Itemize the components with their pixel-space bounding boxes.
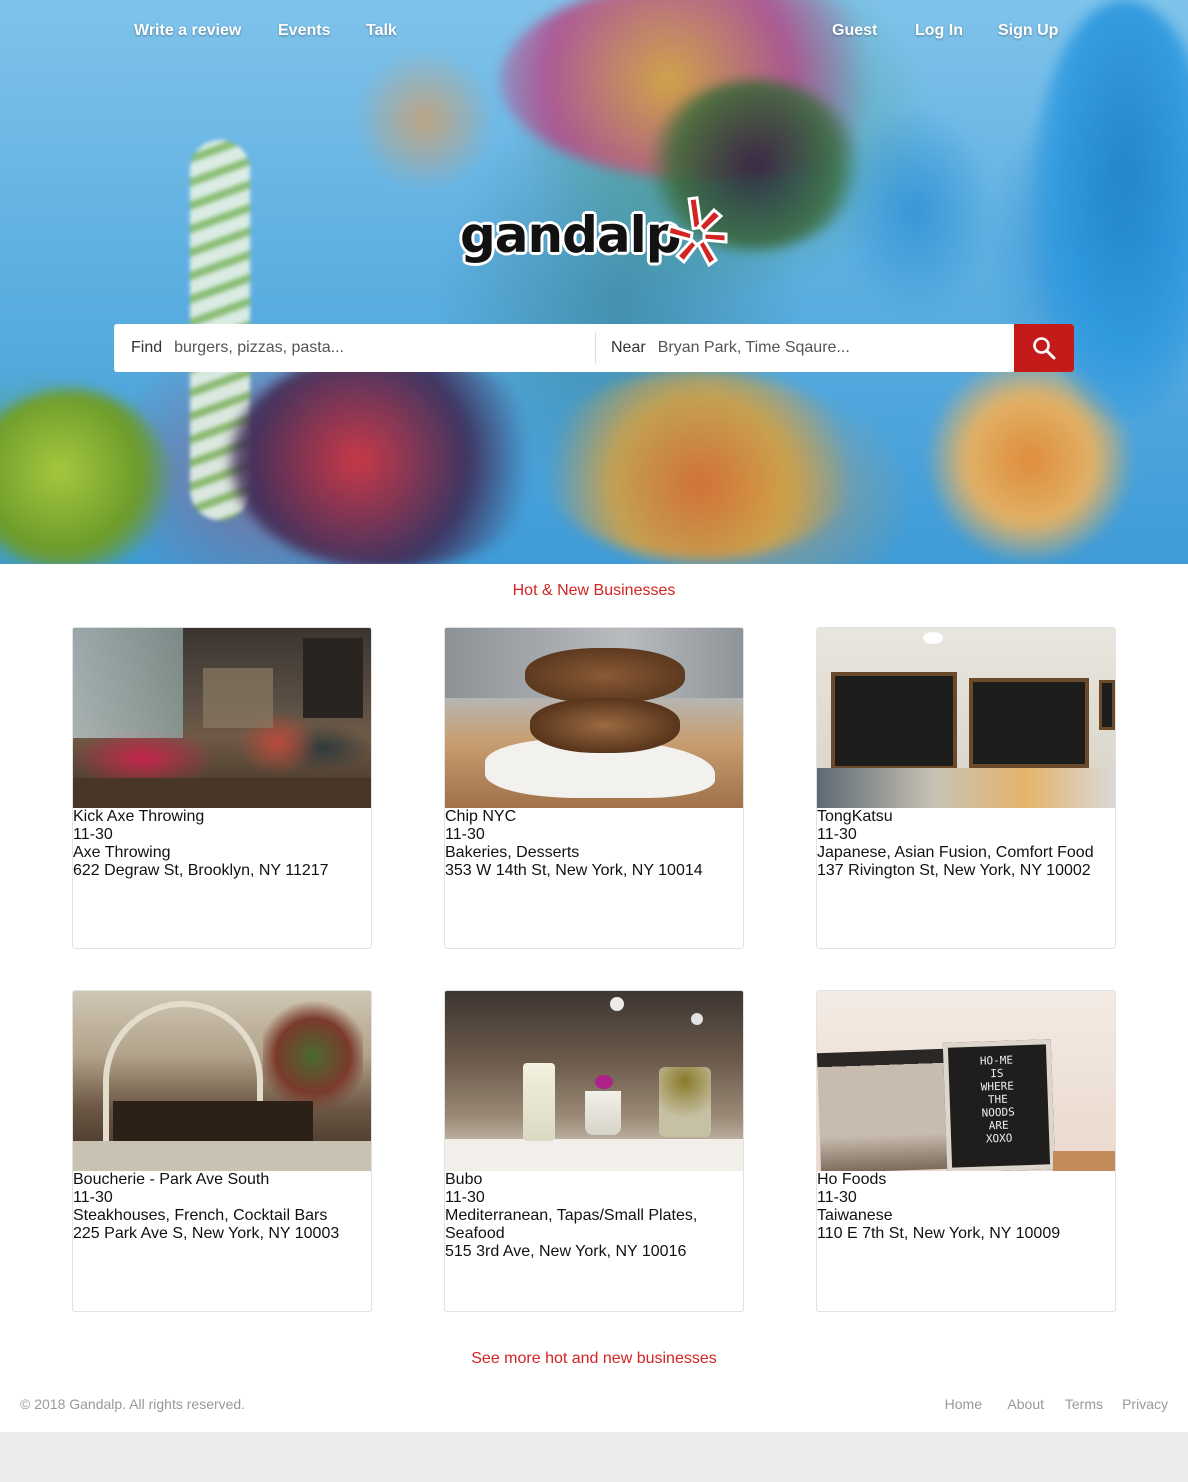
cookie-photo xyxy=(445,628,743,808)
login-link[interactable]: Log In xyxy=(915,22,963,40)
business-categories: Axe Throwing xyxy=(73,844,171,861)
page-bottom-band xyxy=(0,1432,1188,1482)
business-hours: 11-30 xyxy=(445,1189,485,1206)
letter-board-photo: HO-ME IS WHERE THE NOODS ARE XOXO xyxy=(817,991,1115,1171)
find-segment: Find xyxy=(131,324,591,372)
hero-banner: Write a review Events Talk Guest Log In … xyxy=(0,0,1188,564)
restaurant-interior-photo xyxy=(73,991,371,1171)
business-card[interactable]: Boucherie - Park Ave South 11-30 Steakho… xyxy=(72,990,372,1312)
business-address: 515 3rd Ave, New York, NY 10016 xyxy=(445,1243,687,1260)
guest-link[interactable]: Guest xyxy=(832,22,877,40)
business-info: Boucherie - Park Ave South 11-30 Steakho… xyxy=(73,1171,371,1243)
burst-icon xyxy=(666,196,728,268)
menu-board-photo xyxy=(817,628,1115,808)
main-content: Hot & New Businesses Kick Axe Throwing 1… xyxy=(0,564,1188,1432)
business-categories: Mediterranean, Tapas/Small Plates, xyxy=(445,1207,698,1224)
events-link[interactable]: Events xyxy=(278,22,330,40)
business-info: Chip NYC 11-30 Bakeries, Desserts 353 W … xyxy=(445,808,743,880)
hero-decoration xyxy=(0,390,170,564)
business-hours: 11-30 xyxy=(73,826,113,843)
business-card[interactable]: TongKatsu 11-30 Japanese, Asian Fusion, … xyxy=(816,627,1116,949)
business-hours: 11-30 xyxy=(445,826,485,843)
business-name[interactable]: TongKatsu xyxy=(817,808,1115,826)
top-navigation: Write a review Events Talk Guest Log In … xyxy=(0,22,1188,44)
see-more-link[interactable]: See more hot and new businesses xyxy=(0,1350,1188,1368)
business-name[interactable]: Bubo xyxy=(445,1171,743,1189)
business-card[interactable]: Bubo 11-30 Mediterranean, Tapas/Small Pl… xyxy=(444,990,744,1312)
logo-wordmark: gandalp xyxy=(460,206,682,264)
section-title: Hot & New Businesses xyxy=(512,582,676,599)
business-card[interactable]: Chip NYC 11-30 Bakeries, Desserts 353 W … xyxy=(444,627,744,949)
business-address: 110 E 7th St, New York, NY 10009 xyxy=(817,1225,1061,1242)
find-label: Find xyxy=(131,339,163,356)
business-name[interactable]: Chip NYC xyxy=(445,808,743,826)
search-icon xyxy=(1033,337,1056,360)
hero-decoration xyxy=(840,110,990,310)
near-segment: Near xyxy=(611,324,1001,372)
business-card[interactable]: Kick Axe Throwing 11-30 Axe Throwing 622… xyxy=(72,627,372,949)
search-divider xyxy=(595,332,596,364)
business-info: TongKatsu 11-30 Japanese, Asian Fusion, … xyxy=(817,808,1115,880)
business-address: 622 Degraw St, Brooklyn, NY 11217 xyxy=(73,862,329,879)
business-address: 353 W 14th St, New York, NY 10014 xyxy=(445,862,703,879)
business-name[interactable]: Boucherie - Park Ave South xyxy=(73,1171,371,1189)
business-categories: Japanese, Asian Fusion, Comfort Food xyxy=(817,844,1094,861)
footer-copyright: © 2018 Gandalp. All rights reserved. xyxy=(20,1396,246,1412)
business-address: 137 Rivington St, New York, NY 10002 xyxy=(817,862,1091,879)
business-address: 225 Park Ave S, New York, NY 10003 xyxy=(73,1225,340,1242)
business-categories: Taiwanese xyxy=(817,1207,893,1224)
find-input[interactable] xyxy=(174,333,575,363)
business-info: Bubo 11-30 Mediterranean, Tapas/Small Pl… xyxy=(445,1171,743,1261)
business-card[interactable]: HO-ME IS WHERE THE NOODS ARE XOXO Ho Foods 11-… xyxy=(816,990,1116,1312)
signup-link[interactable]: Sign Up xyxy=(998,22,1058,40)
footer-terms-link[interactable]: Terms xyxy=(1065,1396,1103,1412)
business-categories: Steakhouses, French, Cocktail Bars xyxy=(73,1207,328,1224)
business-name[interactable]: Ho Foods xyxy=(817,1171,1115,1189)
near-label: Near xyxy=(611,339,646,356)
business-categories: Bakeries, Desserts xyxy=(445,844,580,861)
hero-decoration xyxy=(360,50,490,190)
business-categories-cont: Seafood xyxy=(445,1225,505,1242)
near-input[interactable] xyxy=(657,333,998,363)
footer-about-link[interactable]: About xyxy=(1007,1396,1044,1412)
footer-home-link[interactable]: Home xyxy=(945,1396,982,1412)
business-info: Kick Axe Throwing 11-30 Axe Throwing 622… xyxy=(73,808,371,880)
business-hours: 11-30 xyxy=(73,1189,113,1206)
letter-board-sign: HO-ME IS WHERE THE NOODS ARE XOXO xyxy=(979,1053,1016,1146)
search-button[interactable] xyxy=(1014,324,1074,372)
gandalp-logo[interactable]: gandalp xyxy=(460,196,732,288)
business-name[interactable]: Kick Axe Throwing xyxy=(73,808,371,826)
business-hours: 11-30 xyxy=(817,1189,857,1206)
lounge-photo xyxy=(73,628,371,808)
hero-decoration xyxy=(540,370,860,560)
business-info: Ho Foods 11-30 Taiwanese 110 E 7th St, N… xyxy=(817,1171,1115,1243)
talk-link[interactable]: Talk xyxy=(366,22,397,40)
footer-privacy-link[interactable]: Privacy xyxy=(1122,1396,1168,1412)
business-hours: 11-30 xyxy=(817,826,857,843)
hero-decoration xyxy=(230,350,550,564)
write-review-link[interactable]: Write a review xyxy=(134,22,241,40)
cocktails-photo xyxy=(445,991,743,1171)
search-bar: Find Near xyxy=(114,324,1074,372)
